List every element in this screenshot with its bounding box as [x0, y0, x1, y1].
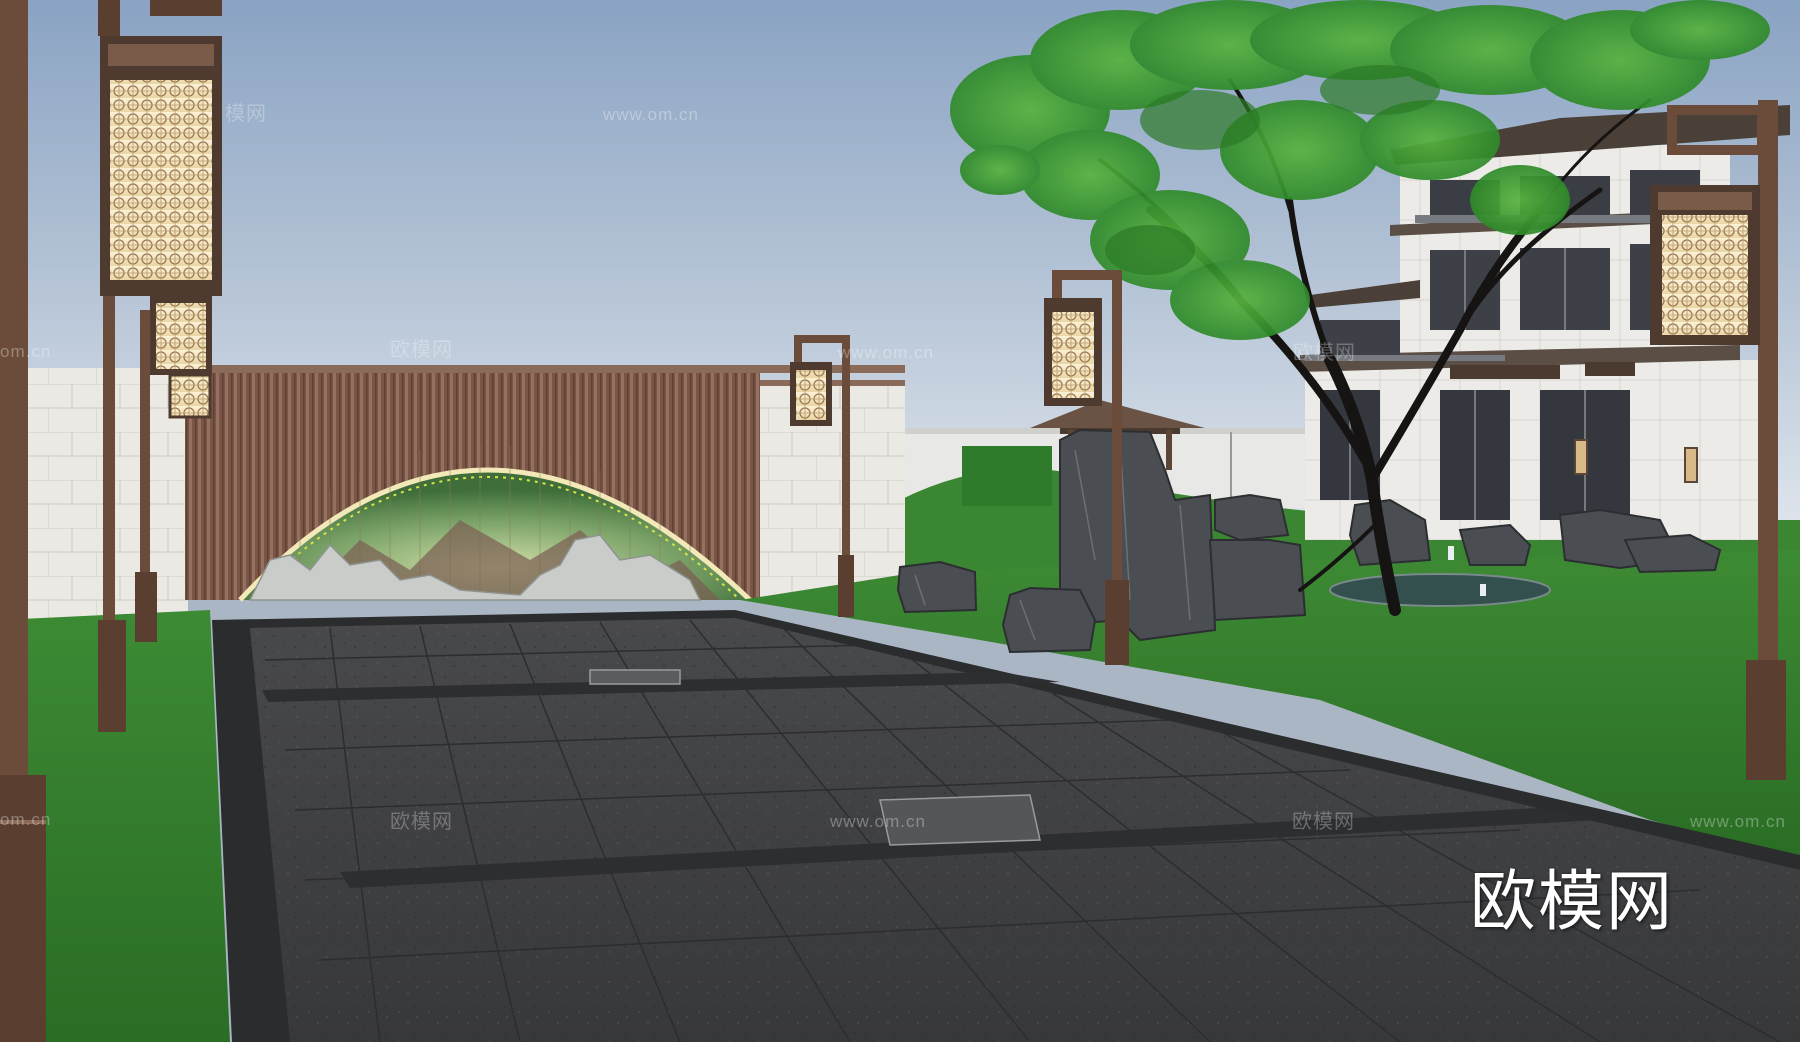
watermark-cn-top-left: 模网 — [225, 101, 267, 125]
watermark-url-top: www.om.cn — [603, 105, 699, 124]
pond — [1329, 573, 1551, 607]
rock — [896, 560, 978, 614]
watermark-om-left-low: om.cn — [0, 810, 52, 829]
brand-watermark: 欧模网 — [1470, 863, 1674, 940]
watermark-url-center: www.om.cn — [838, 343, 934, 362]
watermark-url-bottom-right: www.om.cn — [1690, 812, 1786, 831]
watermark-om-left: om.cn — [0, 342, 52, 361]
watermark-cn-center: 欧模网 — [390, 337, 453, 361]
manhole-cover — [589, 669, 681, 685]
watermark-cn-bottom-left: 欧模网 — [390, 809, 453, 833]
rock — [1208, 539, 1307, 622]
watermark-url-bottom: www.om.cn — [830, 812, 926, 831]
watermark-cn-mid-right: 欧模网 — [1293, 340, 1356, 364]
watermark-cn-bottom-right: 欧模网 — [1292, 809, 1355, 833]
rock — [1001, 586, 1097, 654]
rock — [1214, 493, 1290, 542]
hedge — [962, 446, 1052, 506]
